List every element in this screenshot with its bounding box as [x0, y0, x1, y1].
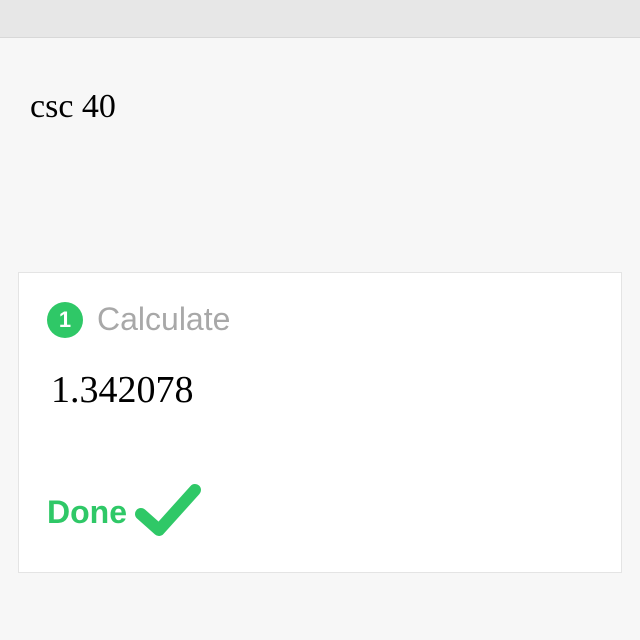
card-header: 1 Calculate — [47, 301, 593, 338]
expression-display: csc 40 — [0, 38, 640, 146]
done-label: Done — [47, 494, 127, 531]
checkmark-icon — [133, 482, 203, 542]
done-row: Done — [47, 482, 593, 542]
result-value: 1.342078 — [47, 368, 593, 412]
top-bar — [0, 0, 640, 38]
step-title: Calculate — [97, 301, 230, 338]
result-card: 1 Calculate 1.342078 Done — [18, 272, 622, 573]
step-number-badge: 1 — [47, 302, 83, 338]
